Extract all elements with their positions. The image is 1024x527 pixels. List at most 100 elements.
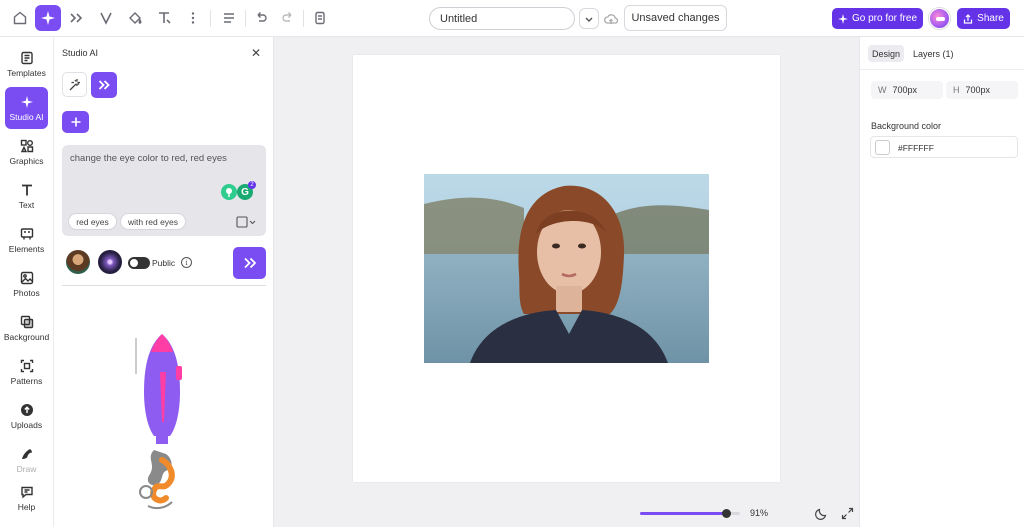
nav-elements[interactable]: Elements xyxy=(5,219,48,261)
generate-button[interactable] xyxy=(233,247,266,279)
zoom-slider-handle[interactable] xyxy=(722,509,731,518)
tab-layers[interactable]: Layers (1) xyxy=(909,45,958,62)
redo-icon[interactable] xyxy=(275,5,301,31)
sparkle-icon xyxy=(837,13,848,24)
help-icon xyxy=(20,486,33,498)
tab-divider xyxy=(860,69,1024,70)
grammarly-assist-icon[interactable] xyxy=(221,184,237,200)
more-vertical-icon[interactable] xyxy=(180,5,206,31)
nav-label: Uploads xyxy=(10,419,43,430)
public-label: Public xyxy=(152,258,176,268)
height-field[interactable]: H 700px xyxy=(946,81,1018,99)
prompt-text: change the eye color to red, red eyes xyxy=(70,153,227,164)
prompt-textarea[interactable]: change the eye color to red, red eyes G … xyxy=(62,145,266,236)
nav-label: Templates xyxy=(7,67,46,78)
fast-forward-mode-button[interactable] xyxy=(91,72,117,98)
properties-panel: Design Layers (1) W 700px H 700px Backgr… xyxy=(859,37,1024,527)
height-key: H xyxy=(953,85,960,95)
portrait-photo[interactable] xyxy=(424,174,709,363)
grammarly-count-badge: 2 xyxy=(248,181,256,189)
cloud-sync-icon xyxy=(603,11,619,27)
studio-ai-sparkle-icon[interactable] xyxy=(35,5,61,31)
nav-label: Patterns xyxy=(10,375,43,386)
fast-forward-icon[interactable] xyxy=(63,5,89,31)
magic-wand-button[interactable] xyxy=(62,72,87,97)
background-color-picker[interactable]: #FFFFFF xyxy=(870,136,1018,158)
add-prompt-button[interactable] xyxy=(62,111,89,133)
toolbar-divider xyxy=(303,10,304,27)
color-swatch[interactable] xyxy=(875,140,890,155)
public-toggle[interactable] xyxy=(128,257,150,269)
nav-graphics[interactable]: Graphics xyxy=(5,131,48,173)
nav-studio-ai[interactable]: Studio AI xyxy=(5,87,48,129)
nav-templates[interactable]: Templates xyxy=(5,43,48,85)
nav-help[interactable]: Help xyxy=(5,477,48,519)
elements-icon xyxy=(20,227,33,239)
page-settings-icon[interactable] xyxy=(307,5,333,31)
color-hex-value: #FFFFFF xyxy=(898,143,934,153)
nav-label: Graphics xyxy=(9,155,44,166)
fast-forward-icon xyxy=(98,80,110,90)
info-icon[interactable]: i xyxy=(181,257,192,268)
fullscreen-expand-icon[interactable] xyxy=(841,507,854,520)
share-upload-icon xyxy=(964,13,973,24)
aspect-ratio-dropdown[interactable] xyxy=(236,216,256,228)
photos-icon xyxy=(20,271,33,284)
nav-label: Help xyxy=(17,501,36,512)
go-pro-button[interactable]: Go pro for free xyxy=(832,8,923,29)
unsaved-changes-button[interactable]: Unsaved changes xyxy=(624,5,727,31)
nav-patterns[interactable]: Patterns xyxy=(5,351,48,393)
zoom-slider[interactable] xyxy=(640,509,740,518)
nav-label: Background xyxy=(3,331,50,342)
magic-wand-icon xyxy=(69,78,80,90)
nav-label: Text xyxy=(18,199,35,210)
align-menu-icon[interactable] xyxy=(216,5,242,31)
height-value: 700px xyxy=(965,85,991,95)
nav-text[interactable]: Text xyxy=(5,175,48,217)
style-thumbnail-portrait[interactable] xyxy=(66,250,90,274)
share-button[interactable]: Share xyxy=(957,8,1010,29)
chevron-down-icon xyxy=(585,17,593,22)
text-style-icon[interactable] xyxy=(151,5,177,31)
document-title-input[interactable] xyxy=(429,7,575,30)
tab-design[interactable]: Design xyxy=(868,45,905,62)
width-value: 700px xyxy=(892,85,918,95)
title-options-button[interactable] xyxy=(579,8,599,29)
dark-mode-moon-icon[interactable] xyxy=(815,507,828,520)
nav-label: Photos xyxy=(13,287,40,298)
plus-icon xyxy=(71,117,80,127)
nav-label: Draw xyxy=(16,463,37,474)
patterns-icon xyxy=(20,359,33,372)
fast-forward-icon xyxy=(243,257,256,269)
background-icon xyxy=(20,315,33,328)
top-toolbar: Unsaved changes Go pro for free Share xyxy=(0,0,1024,37)
undo-icon[interactable] xyxy=(248,5,274,31)
panel-divider xyxy=(62,285,266,286)
uploads-icon xyxy=(20,403,33,416)
style-thumbnail-firework[interactable] xyxy=(98,250,122,274)
templates-icon xyxy=(20,51,33,64)
graphics-icon xyxy=(20,139,33,152)
width-field[interactable]: W 700px xyxy=(871,81,943,99)
artboard[interactable] xyxy=(353,55,780,482)
suggestion-chip[interactable]: red eyes xyxy=(68,213,117,230)
suggestion-chip[interactable]: with red eyes xyxy=(120,213,186,230)
nav-uploads[interactable]: Uploads xyxy=(5,395,48,437)
zoom-level-label: 91% xyxy=(750,508,769,518)
nav-photos[interactable]: Photos xyxy=(5,263,48,305)
toolbar-divider xyxy=(210,10,211,27)
toolbar-divider xyxy=(245,10,246,27)
background-color-label: Background color xyxy=(871,121,942,131)
user-avatar[interactable] xyxy=(929,8,950,29)
home-icon[interactable] xyxy=(7,5,33,31)
sparkle-icon xyxy=(20,95,33,108)
nav-draw[interactable]: Draw xyxy=(5,439,48,481)
panel-title: Studio AI xyxy=(62,48,99,58)
left-navigation: Templates Studio AI Graphics Text Elemen… xyxy=(0,37,54,527)
canvas-area: 91% xyxy=(274,37,859,527)
text-icon xyxy=(21,184,32,195)
close-icon[interactable]: ✕ xyxy=(251,46,261,60)
paint-bucket-icon[interactable] xyxy=(122,5,148,31)
nav-background[interactable]: Background xyxy=(3,307,50,349)
vector-v-icon[interactable] xyxy=(93,5,119,31)
